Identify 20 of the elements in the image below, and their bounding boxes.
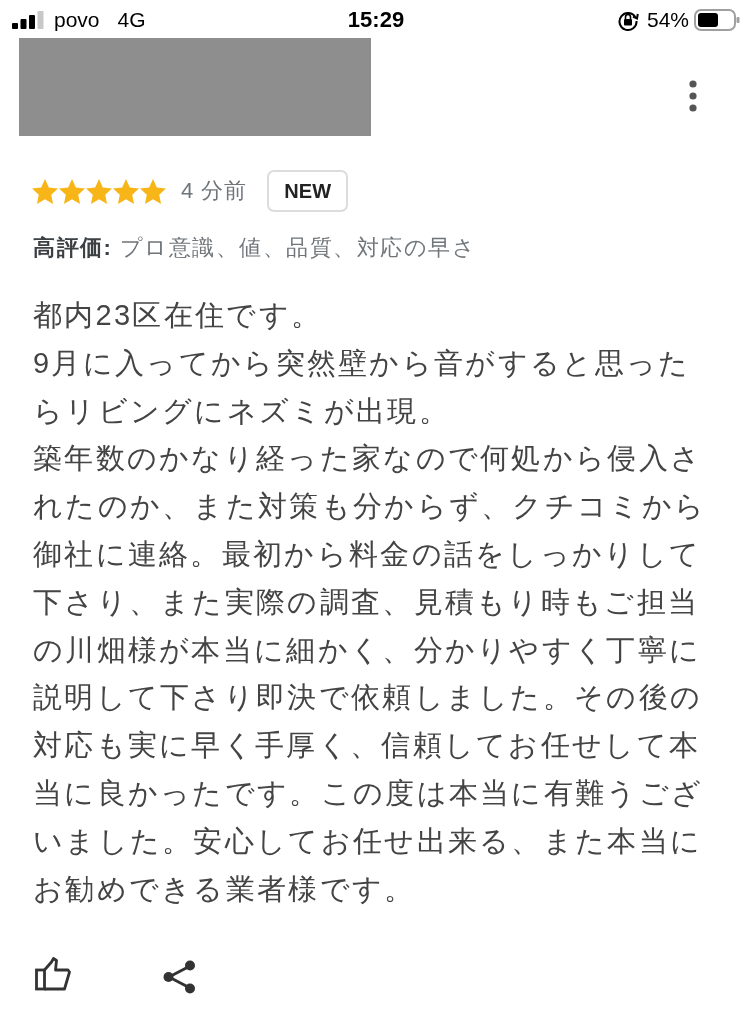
share-icon[interactable] [163, 960, 196, 995]
star-icon [113, 178, 139, 204]
star-icon [59, 178, 85, 204]
clock-time: 15:29 [347, 7, 405, 33]
review-paragraph: 築年数のかなり経った家なので何処から侵入されたのか、また対策も分からず、クチコミから御社に連絡。最初から料金の話をしっかりして下さり、また実際の調査、見積もり時もご担当の川畑様が本当に細かく、分かりやすく丁寧に説明して下さり即決で依頼しました。その後の対応も実に早く手厚く、信頼してお任せして本当に良かったです。この度は本当に有難うございました。安心してお任せ出来る、また本当にお勧めできる業者様です。 [33, 441, 708, 907]
star-icon [32, 178, 58, 204]
review-paragraph: 都内23区在住です。 [33, 298, 324, 333]
thumbs-up-icon[interactable] [35, 957, 71, 992]
carrier-name: povo [54, 8, 100, 32]
review-paragraph: 9月に入ってから突然壁から音がすると思ったらリビングにネズミが出現。 [33, 345, 692, 429]
signal-icon [12, 11, 44, 29]
new-badge: NEW [267, 170, 349, 212]
more-options-icon[interactable] [686, 80, 700, 112]
battery-icon [694, 9, 740, 31]
review-highlights: 高評価: プロ意識、値、品質、対応の早さ [33, 234, 477, 262]
network-type: 4G [117, 8, 146, 32]
review-time: 4 分前 [181, 177, 248, 205]
star-icon [140, 178, 166, 204]
battery-percentage: 54% [646, 8, 689, 32]
star-icon [86, 178, 112, 204]
